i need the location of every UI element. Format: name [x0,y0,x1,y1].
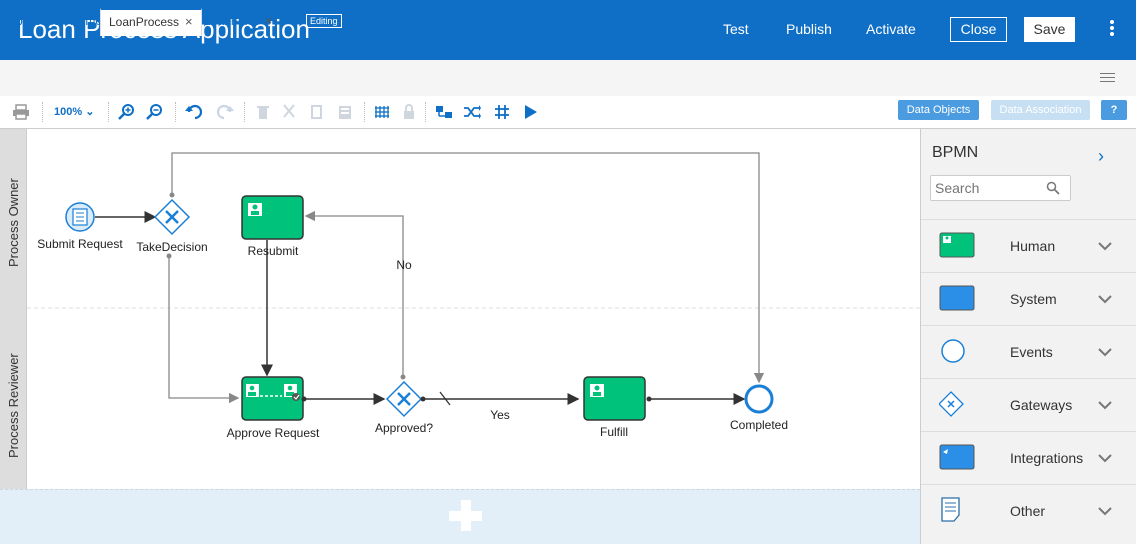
label-yes: Yes [490,408,510,422]
flow-decision-to-approve[interactable] [168,255,240,404]
chevron-down-icon[interactable] [1097,346,1113,358]
system-task-icon [939,285,975,311]
bpmn-diagram: Submit Request TakeDecision Resubmit App… [27,152,920,440]
category-label: Other [1010,503,1046,519]
label-approved: Approved? [375,421,433,435]
tab-menu-icon[interactable] [1100,73,1115,85]
chevron-down-icon[interactable] [1097,452,1113,464]
search-icon[interactable] [1046,181,1060,195]
data-association-button[interactable]: Data Association [991,100,1090,120]
flow-gateway-to-resubmit[interactable] [304,210,404,377]
document-icon [941,497,960,522]
add-lane-icon-bar[interactable] [449,511,482,521]
save-button[interactable]: Save [1024,17,1075,42]
submit-request-start-event[interactable] [65,202,95,232]
connection-handle [166,253,172,259]
palette-category-gateways[interactable]: Gateways [921,378,1136,431]
category-label: Gateways [1010,397,1073,413]
label-fulfill: Fulfill [600,425,628,439]
gateway-diamond-icon [939,391,964,417]
palette-category-integrations[interactable]: Integrations [921,431,1136,484]
palette-category-system[interactable]: System [921,272,1136,325]
chevron-down-icon[interactable] [1097,505,1113,517]
more-menu-icon[interactable] [1104,18,1120,42]
resubmit-task[interactable] [241,195,304,240]
palette-category-human[interactable]: Human [921,219,1136,272]
label-no: No [396,258,412,272]
label-resubmit: Resubmit [248,244,299,258]
chevron-down-icon[interactable] [1097,399,1113,411]
connection-handle [646,396,652,402]
connection-handle [169,192,175,198]
connection-handle [400,374,406,380]
connection-handle [301,396,307,402]
label-approve-request: Approve Request [227,426,320,440]
collapse-panel-icon[interactable]: › [1098,146,1104,167]
fulfill-task[interactable] [583,376,646,421]
label-submit-request: Submit Request [37,237,123,251]
close-button[interactable]: Close [950,17,1007,42]
help-button[interactable]: ? [1101,100,1127,120]
integration-task-icon [939,444,975,470]
palette-category-other[interactable]: Other [921,484,1136,537]
label-completed: Completed [730,418,788,432]
chevron-down-icon[interactable] [1097,240,1113,252]
human-task-icon [939,232,975,258]
category-label: Events [1010,344,1053,360]
category-label: Human [1010,238,1056,254]
completed-end-event[interactable] [744,384,774,414]
event-circle-icon [941,339,965,363]
chevron-down-icon[interactable] [1097,293,1113,305]
palette-category-events[interactable]: Events [921,325,1136,378]
take-decision-gateway[interactable] [153,198,191,236]
approve-request-task[interactable] [241,376,304,421]
category-label: Integrations [1010,450,1084,466]
flow-decision-to-completed[interactable] [171,152,765,384]
approved-gateway[interactable] [385,380,423,418]
label-take-decision: TakeDecision [136,240,207,254]
category-label: System [1010,291,1057,307]
palette-title: BPMN [932,144,979,161]
connection-handle [420,396,426,402]
